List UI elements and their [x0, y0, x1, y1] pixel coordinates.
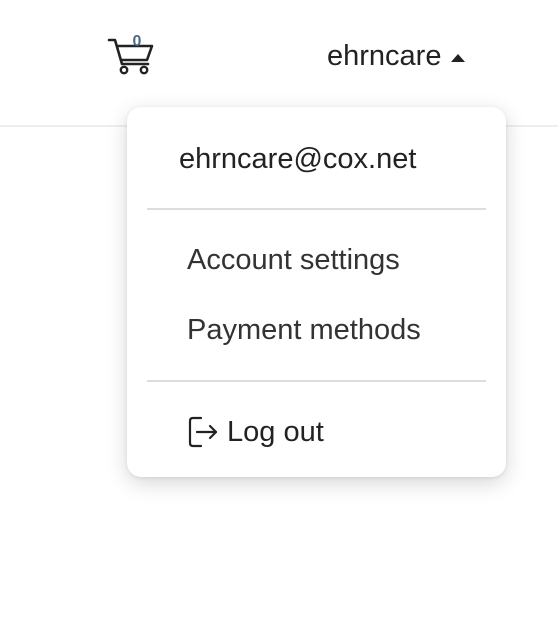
cart-button[interactable]: 0: [106, 32, 156, 76]
caret-up-icon: [451, 54, 466, 62]
cart-count-badge: 0: [132, 33, 142, 50]
menu-divider: [147, 380, 486, 382]
logout-button[interactable]: Log out: [187, 412, 324, 452]
user-menu-toggle[interactable]: ehrncare: [327, 36, 466, 76]
user-email: ehrncare@cox.net: [179, 143, 417, 175]
logout-icon: [188, 416, 218, 448]
user-dropdown-menu: ehrncare@cox.net Account settings Paymen…: [127, 107, 506, 477]
username-label: ehrncare: [327, 40, 442, 72]
logout-label: Log out: [227, 416, 324, 448]
menu-item-account-settings[interactable]: Account settings: [187, 240, 400, 280]
menu-item-payment-methods[interactable]: Payment methods: [187, 310, 421, 350]
menu-divider: [147, 208, 486, 210]
